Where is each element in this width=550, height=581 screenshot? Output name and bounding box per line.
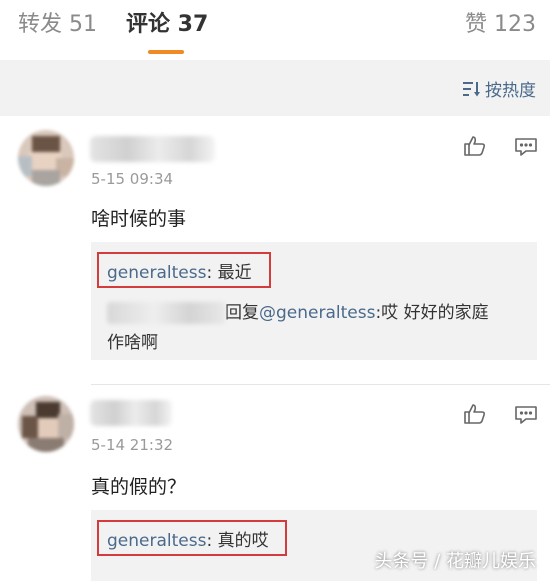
active-tab-indicator (148, 50, 184, 54)
avatar[interactable] (18, 396, 74, 452)
reply-line: generaltess: 真的哎 (107, 526, 269, 551)
reply-username[interactable]: generaltess (107, 263, 206, 283)
sub-reply-text: :哎 好好的家庭 (375, 303, 489, 323)
tab-comments[interactable]: 评论 37 (126, 10, 208, 40)
reply-icon[interactable] (512, 133, 540, 161)
sub-reply-line-2: 作啥啊 (107, 333, 158, 353)
comment-time: 5-15 09:34 (91, 170, 174, 188)
tab-bar: 转发 51 评论 37 赞 123 (0, 0, 550, 60)
divider (91, 384, 550, 385)
reply-text: 最近 (217, 263, 252, 283)
tab-likes[interactable]: 赞 123 (465, 10, 536, 40)
comment-text: 真的假的？ (91, 476, 187, 498)
sub-reply-username-blurred[interactable] (107, 302, 225, 324)
sort-icon (463, 81, 480, 96)
like-icon[interactable] (461, 400, 489, 428)
reply-icon[interactable] (512, 401, 540, 429)
reply-box: generaltess: 最近 回复@generaltess:哎 好好的家庭 作… (91, 242, 537, 360)
like-icon[interactable] (461, 132, 489, 160)
username-blurred[interactable] (90, 136, 215, 162)
watermark: 头条号 / 花瓣儿娱乐 (374, 551, 536, 572)
username-blurred[interactable] (90, 400, 172, 426)
reply-line: generaltess: 最近 (107, 258, 252, 283)
reply-text: 真的哎 (217, 531, 269, 551)
sort-by-hot-button[interactable]: 按热度 (463, 76, 536, 101)
tab-reposts[interactable]: 转发 51 (18, 10, 97, 40)
sub-reply-verb: 回复 (225, 303, 259, 323)
reply-username[interactable]: generaltess (107, 531, 206, 551)
sort-label: 按热度 (485, 81, 536, 101)
sub-reply-line: 回复@generaltess:哎 好好的家庭 (107, 298, 489, 324)
comment-text: 啥时候的事 (91, 208, 187, 230)
reply-separator: : (206, 531, 218, 551)
comment-item: 5-15 09:34 啥时候的事 generaltess: 最近 回复@gene… (0, 116, 550, 386)
comment-time: 5-14 21:32 (91, 436, 174, 454)
avatar[interactable] (18, 130, 74, 186)
sort-bar: 按热度 (0, 60, 550, 116)
reply-separator: : (206, 263, 218, 283)
sub-reply-mention[interactable]: @generaltess (259, 303, 375, 323)
